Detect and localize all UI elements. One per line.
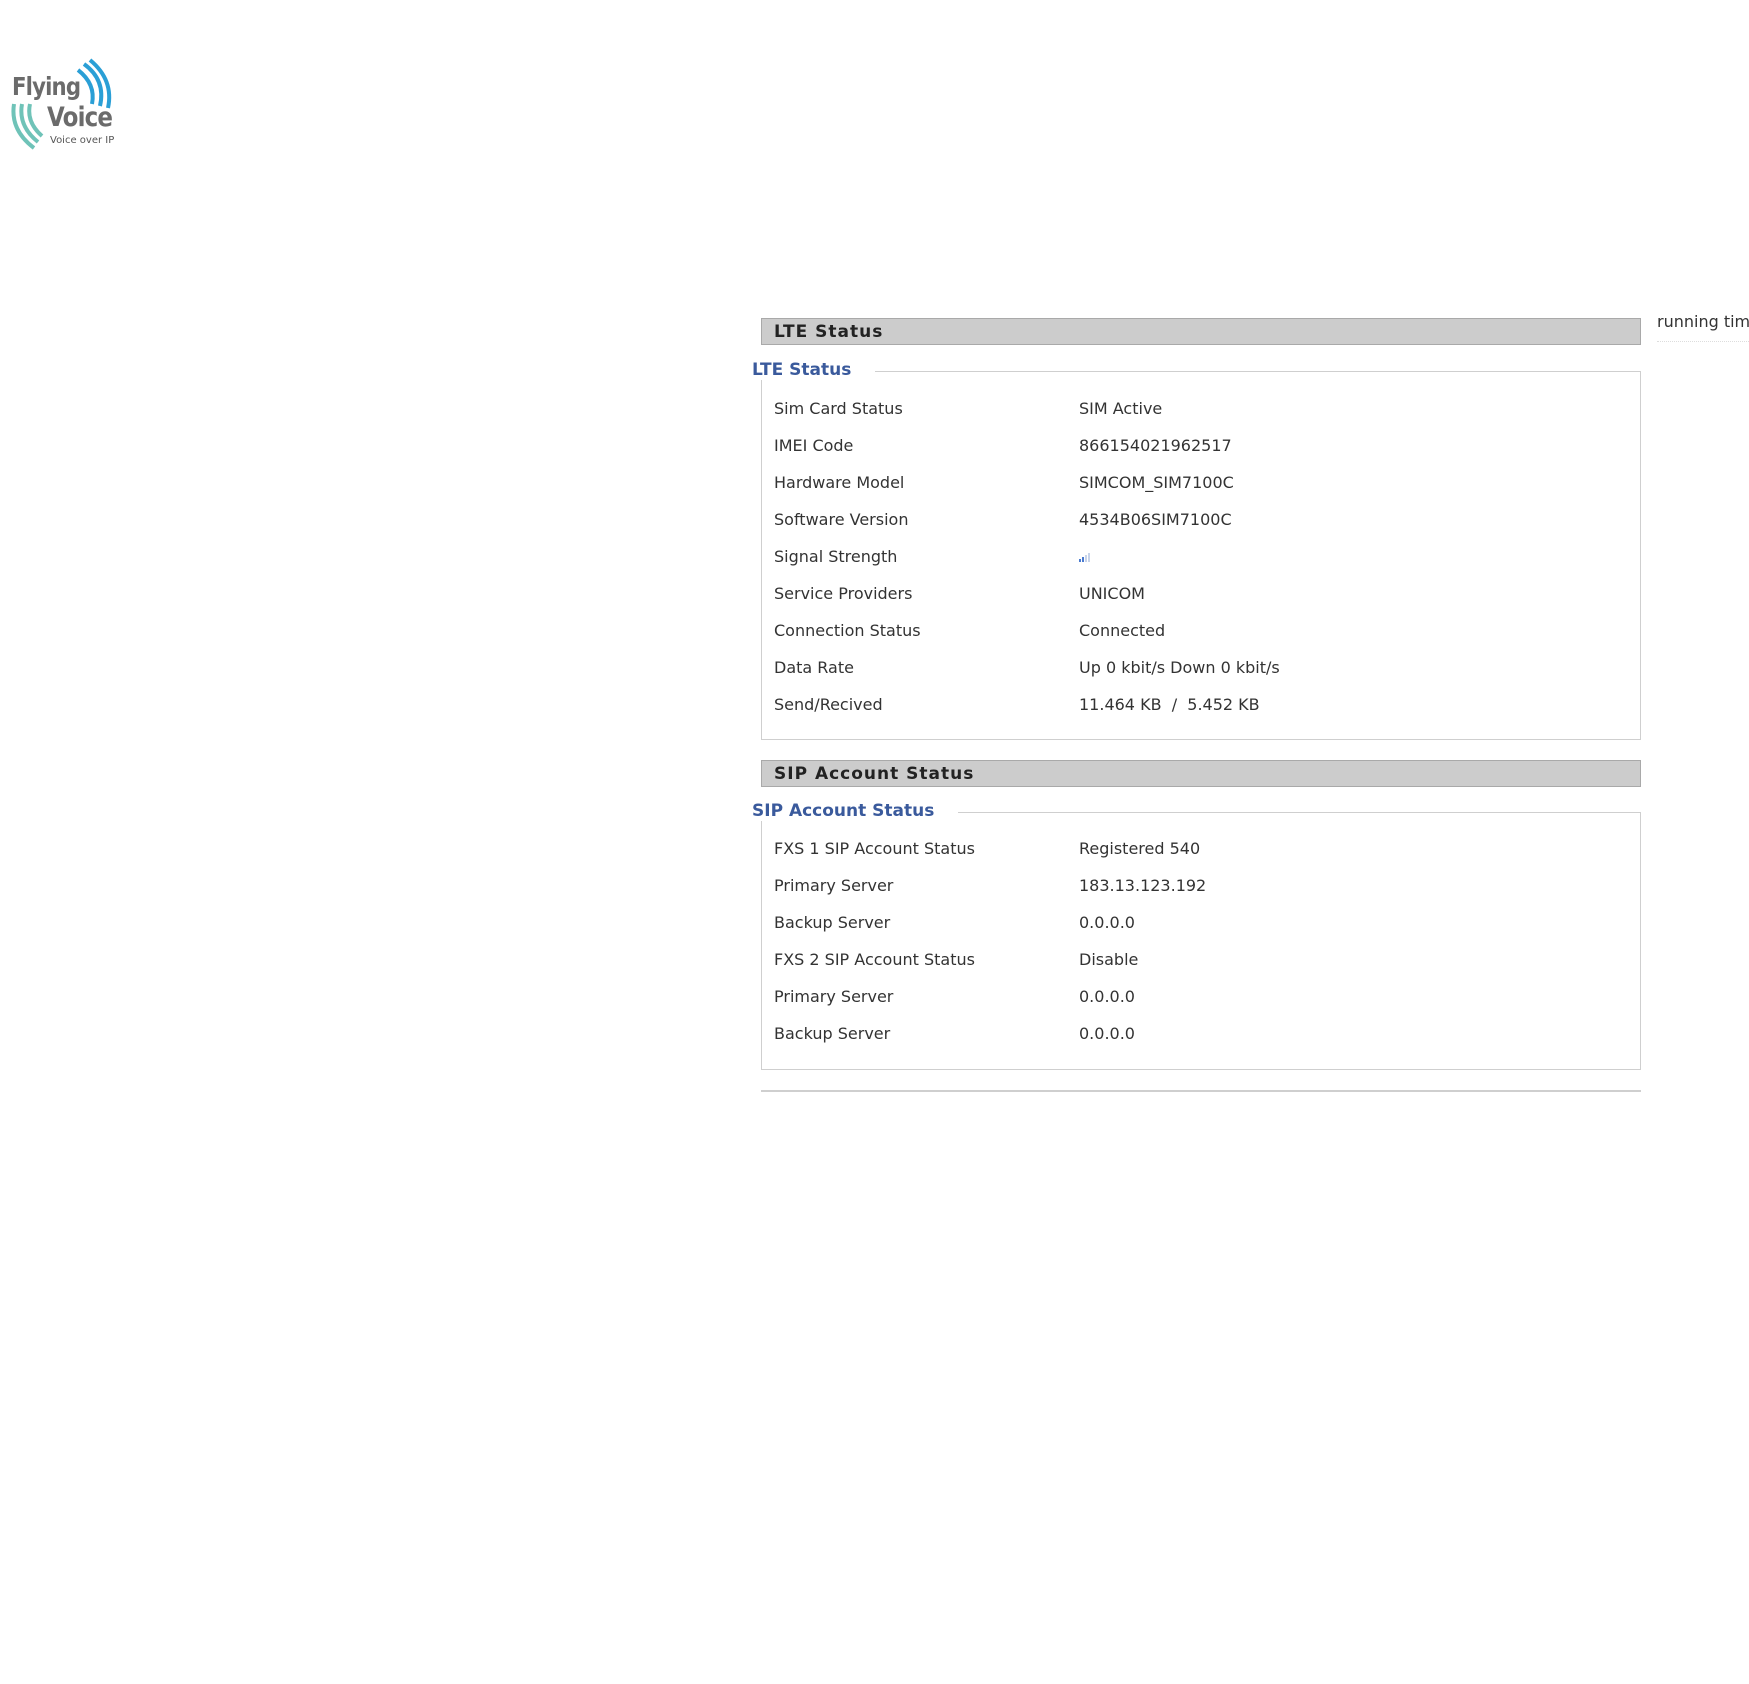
row-value: 4534B06SIM7100C [1079, 510, 1232, 529]
lte-status-header: LTE Status [761, 318, 1641, 345]
sip-row-fxs2-primary-server: Primary Server 0.0.0.0 [762, 978, 1640, 1015]
row-value: SIM Active [1079, 399, 1163, 418]
lte-row-send-received: Send/Recived 11.464 KB / 5.452 KB [762, 686, 1640, 723]
row-label: Sim Card Status [774, 399, 903, 418]
sip-row-fxs1-status: FXS 1 SIP Account Status Registered 540 [762, 830, 1640, 867]
row-label: FXS 2 SIP Account Status [774, 950, 975, 969]
sip-account-status-header: SIP Account Status [761, 760, 1641, 787]
row-value: 0.0.0.0 [1079, 913, 1135, 932]
logo-tagline: Voice over IP [50, 135, 115, 146]
lte-row-hardware-model: Hardware Model SIMCOM_SIM7100C [762, 464, 1640, 501]
sip-account-status-legend: SIP Account Status [752, 801, 959, 821]
row-value: 866154021962517 [1079, 436, 1232, 455]
lte-row-service-providers: Service Providers UNICOM [762, 575, 1640, 612]
row-value: 0.0.0.0 [1079, 1024, 1135, 1043]
row-label: Backup Server [774, 913, 891, 932]
row-label: Data Rate [774, 658, 854, 677]
lte-row-data-rate: Data Rate Up 0 kbit/s Down 0 kbit/s [762, 649, 1640, 686]
lte-row-connection-status: Connection Status Connected [762, 612, 1640, 649]
sip-row-fxs2-backup-server: Backup Server 0.0.0.0 [762, 1015, 1640, 1052]
row-value [1079, 538, 1091, 575]
row-value: Connected [1079, 621, 1166, 640]
lte-row-sim-card-status: Sim Card Status SIM Active [762, 390, 1640, 427]
row-value: Registered 540 [1079, 839, 1201, 858]
row-label: Backup Server [774, 1024, 891, 1043]
lte-row-signal-strength: Signal Strength [762, 538, 1640, 575]
row-value: 11.464 KB / 5.452 KB [1079, 695, 1260, 714]
sip-row-fxs1-primary-server: Primary Server 183.13.123.192 [762, 867, 1640, 904]
row-label: Primary Server [774, 876, 894, 895]
sip-account-status-fieldset: FXS 1 SIP Account Status Registered 540 … [761, 812, 1641, 1070]
status-page: Flying Voice Voice over IP running time … [0, 0, 1749, 1684]
row-label: IMEI Code [774, 436, 854, 455]
row-value: UNICOM [1079, 584, 1145, 603]
row-value: Up 0 kbit/s Down 0 kbit/s [1079, 658, 1280, 677]
bottom-divider [761, 1090, 1641, 1092]
row-label: Connection Status [774, 621, 921, 640]
row-value: 0.0.0.0 [1079, 987, 1135, 1006]
row-label: Hardware Model [774, 473, 905, 492]
sip-row-fxs2-status: FXS 2 SIP Account Status Disable [762, 941, 1640, 978]
row-value: SIMCOM_SIM7100C [1079, 473, 1234, 492]
row-label: FXS 1 SIP Account Status [774, 839, 975, 858]
lte-row-imei-code: IMEI Code 866154021962517 [762, 427, 1640, 464]
logo-text-flying: Flying [12, 72, 81, 101]
flying-voice-logo: Flying Voice Voice over IP [10, 58, 120, 154]
row-label: Signal Strength [774, 547, 898, 566]
row-label: Service Providers [774, 584, 913, 603]
row-label: Software Version [774, 510, 909, 529]
lte-status-legend: LTE Status [752, 360, 876, 380]
row-value: 183.13.123.192 [1079, 876, 1207, 895]
row-label: Primary Server [774, 987, 894, 1006]
lte-row-software-version: Software Version 4534B06SIM7100C [762, 501, 1640, 538]
row-value: Disable [1079, 950, 1139, 969]
row-label: Send/Recived [774, 695, 883, 714]
lte-status-fieldset: Sim Card Status SIM Active IMEI Code 866… [761, 371, 1641, 740]
running-time-label: running time [1657, 312, 1749, 342]
signal-strength-icon [1079, 552, 1090, 562]
logo-text-voice: Voice [47, 102, 113, 133]
sip-row-fxs1-backup-server: Backup Server 0.0.0.0 [762, 904, 1640, 941]
